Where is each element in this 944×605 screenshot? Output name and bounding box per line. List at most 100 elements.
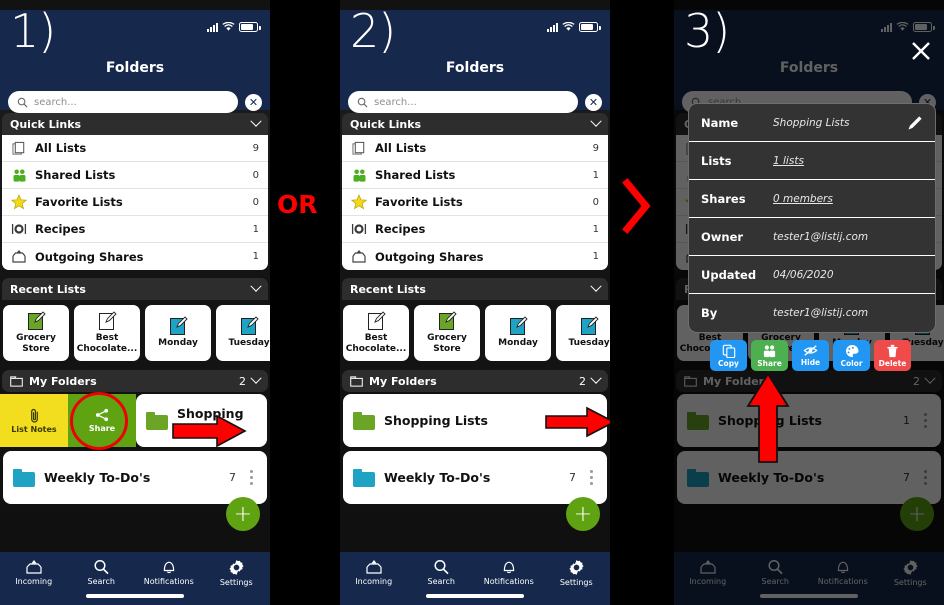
recent-list-name: Tuesday [568,338,610,349]
recent-list-card[interactable]: Tuesday [216,305,270,361]
quick-links-list-2: All Lists 9 Shared Lists 1 Favorite List… [342,135,608,270]
quick-link-label: Recipes [375,222,426,236]
my-folders-header-2[interactable]: My Folders 2 [342,370,608,392]
recent-list-card[interactable]: Grocery Store [3,305,69,361]
chevron-down-icon [250,372,262,384]
detail-label: Updated [701,267,757,282]
close-icon[interactable] [910,40,932,62]
recent-lists-header-2[interactable]: Recent Lists [342,278,608,300]
detail-row-name[interactable]: Name Shopping Lists [689,104,935,142]
folder-row-weekly-todos-1[interactable]: Weekly To-Do's 7 [3,451,267,504]
folder-menu-button[interactable] [245,470,257,485]
quick-links-list-1: All Lists 9 Shared Lists 0 Favorite List… [2,135,268,270]
detail-row-shares[interactable]: Shares 0 members [689,180,935,218]
recent-list-name: Best Chocolate... [345,333,407,354]
add-folder-fab-2[interactable]: + [566,497,600,531]
nav-item-settings[interactable]: Settings [203,559,271,587]
quick-link-row[interactable]: All Lists 9 [2,135,268,162]
nav-item-notifications[interactable]: Notifications [475,559,543,586]
quick-link-row[interactable]: Favorite Lists 0 [2,189,268,216]
action-button-color[interactable]: Color [833,340,870,371]
quick-link-row[interactable]: Recipes 1 [342,216,608,243]
quick-link-label: Shared Lists [375,168,456,182]
nav-item-incoming[interactable]: Incoming [0,559,68,586]
gear-icon [229,560,244,575]
folder-menu-button[interactable] [585,470,597,485]
signal-icon [207,22,218,32]
step-number-3: 3) [684,4,730,58]
detail-value-link[interactable]: 1 lists [773,155,804,167]
detail-label: Lists [701,153,732,168]
quick-link-row[interactable]: Shared Lists 0 [2,162,268,189]
recent-list-card[interactable]: Monday [485,305,551,361]
quick-link-label: All Lists [375,141,427,155]
quick-link-label: Outgoing Shares [375,249,484,264]
quick-link-row[interactable]: Shared Lists 1 [342,162,608,189]
quick-links-collapse-2[interactable] [590,115,602,128]
quick-link-count: 1 [252,223,259,235]
nav-item-search[interactable]: Search [68,559,136,586]
add-folder-fab-1[interactable]: + [226,497,260,531]
quick-link-count: 1 [592,223,599,235]
quick-link-row[interactable]: All Lists 9 [342,135,608,162]
clear-search-button-2[interactable]: ✕ [585,93,602,111]
my-folders-count-1[interactable]: 2 [239,372,262,388]
folder-name: Weekly To-Do's [384,470,491,485]
nav-label: Settings [559,578,593,587]
nav-item-notifications[interactable]: Notifications [135,559,203,586]
nav-label: Search [427,577,455,586]
nav-item-incoming[interactable]: Incoming [340,559,408,586]
nav-item-search[interactable]: Search [408,559,476,586]
recent-list-card[interactable]: Tuesday [556,305,610,361]
quick-links-header-1[interactable]: Quick Links [2,113,268,135]
note-edit-icon [27,311,46,331]
recent-lists-collapse-1[interactable] [250,280,262,293]
outbox-icon [11,249,27,265]
chevron-down-icon [590,115,602,127]
clear-search-button-1[interactable]: ✕ [245,93,262,111]
nav-item-settings[interactable]: Settings [543,559,611,587]
recent-lists-collapse-2[interactable] [590,280,602,293]
quick-link-row[interactable]: Outgoing Shares 1 [342,243,608,270]
action-button-share[interactable]: Share [751,340,788,371]
folder-outline-icon [10,375,23,387]
recent-list-name: Monday [498,338,538,349]
quick-link-row[interactable]: Recipes 1 [2,216,268,243]
swipe-action-share[interactable]: Share [68,394,136,447]
action-label: Color [840,358,863,368]
swipe-action-list-notes[interactable]: List Notes [0,394,68,447]
stacked-pages-icon [11,140,27,156]
recent-list-card[interactable]: Monday [145,305,211,361]
my-folders-header-1[interactable]: My Folders 2 [2,370,268,392]
folder-count: 7 [569,471,576,484]
detail-row-lists[interactable]: Lists 1 lists [689,142,935,180]
quick-links-header-2[interactable]: Quick Links [342,113,608,135]
recent-lists-header-1[interactable]: Recent Lists [2,278,268,300]
paperclip-icon [30,408,38,423]
pencil-icon[interactable] [907,115,923,131]
quick-link-label: All Lists [35,141,87,155]
action-button-delete[interactable]: Delete [874,340,911,371]
detail-row-by: By tester1@listij.com [689,294,935,332]
recent-list-card[interactable]: Best Chocolate... [74,305,140,361]
search-input-2[interactable]: search... [348,91,578,113]
search-input-1[interactable]: search... [8,91,238,113]
recent-list-card[interactable]: Grocery Store [414,305,480,361]
folder-row-weekly-todos-2[interactable]: Weekly To-Do's 7 [343,451,607,504]
note-edit-icon [367,311,386,331]
note-edit-icon [438,311,457,331]
recent-lists-title-1: Recent Lists [10,282,86,296]
note-edit-icon [240,316,259,336]
action-button-hide[interactable]: Hide [792,340,829,371]
battery-icon [239,22,261,32]
quick-link-row[interactable]: Outgoing Shares 1 [2,243,268,270]
eye-off-icon [803,345,818,356]
recent-list-card[interactable]: Best Chocolate... [343,305,409,361]
people-icon [11,167,27,183]
quick-links-collapse-1[interactable] [250,115,262,128]
my-folders-count-2[interactable]: 2 [579,372,602,388]
detail-value-link[interactable]: 0 members [773,193,833,205]
my-folders-title-1: My Folders [29,374,97,388]
action-button-copy[interactable]: Copy [710,340,747,371]
quick-link-row[interactable]: Favorite Lists 0 [342,189,608,216]
